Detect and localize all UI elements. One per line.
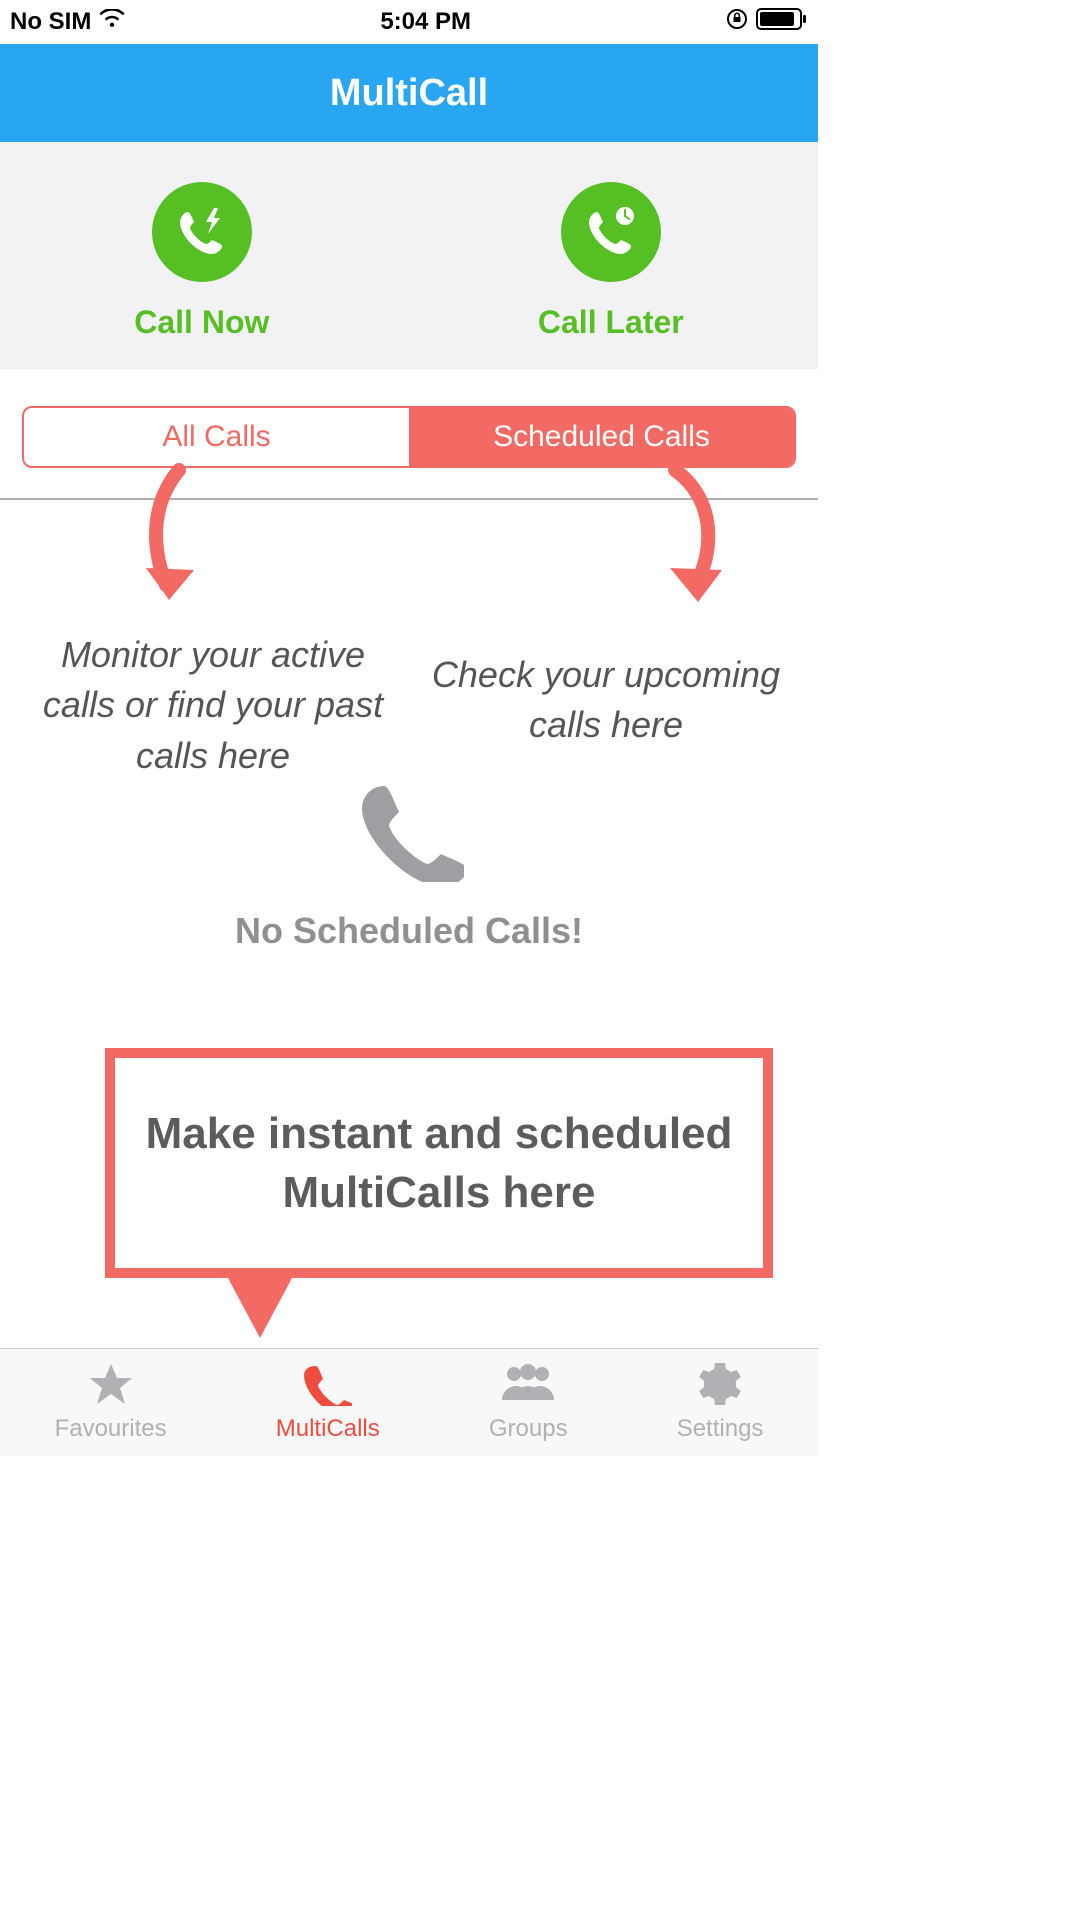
status-time: 5:04 PM xyxy=(380,8,471,36)
call-later-button[interactable]: Call Later xyxy=(538,182,684,341)
tab-groups-label: Groups xyxy=(489,1415,568,1443)
orientation-lock-icon xyxy=(726,8,748,37)
phone-icon xyxy=(304,1362,352,1411)
tab-scheduled-calls[interactable]: Scheduled Calls xyxy=(409,408,794,466)
battery-icon xyxy=(756,7,808,38)
arrow-left-icon xyxy=(124,460,214,640)
call-later-label: Call Later xyxy=(538,304,684,341)
status-left: No SIM xyxy=(10,8,125,36)
nav-header: MultiCall xyxy=(0,44,818,142)
tab-settings-label: Settings xyxy=(677,1415,764,1443)
phone-bolt-icon xyxy=(152,182,252,282)
tab-multicalls-label: MultiCalls xyxy=(276,1415,380,1443)
tab-groups[interactable]: Groups xyxy=(489,1362,568,1443)
hint-area: Monitor your active calls or find your p… xyxy=(0,500,818,980)
empty-state-label: No Scheduled Calls! xyxy=(235,910,583,952)
hint-all-calls: Monitor your active calls or find your p… xyxy=(28,630,398,781)
call-now-label: Call Now xyxy=(134,304,269,341)
callout-tail-icon xyxy=(228,1278,292,1338)
tab-favourites[interactable]: Favourites xyxy=(55,1362,167,1443)
tab-settings[interactable]: Settings xyxy=(677,1362,764,1443)
tab-multicalls[interactable]: MultiCalls xyxy=(276,1362,380,1443)
action-row: Call Now Call Later xyxy=(0,142,818,370)
status-bar: No SIM 5:04 PM xyxy=(0,0,818,44)
call-now-button[interactable]: Call Now xyxy=(134,182,269,341)
wifi-icon xyxy=(99,8,125,36)
status-right xyxy=(726,7,808,38)
page-title: MultiCall xyxy=(330,72,488,115)
tab-all-calls[interactable]: All Calls xyxy=(24,408,409,466)
tab-bar: Favourites MultiCalls Groups Settings xyxy=(0,1348,818,1456)
phone-clock-icon xyxy=(561,182,661,282)
phone-empty-icon xyxy=(354,772,464,887)
callout-text: Make instant and scheduled MultiCalls he… xyxy=(115,1104,763,1223)
callout-box: Make instant and scheduled MultiCalls he… xyxy=(105,1048,773,1278)
gear-icon xyxy=(696,1362,744,1411)
arrow-right-icon xyxy=(640,460,740,640)
tab-favourites-label: Favourites xyxy=(55,1415,167,1443)
segmented-control: All Calls Scheduled Calls xyxy=(22,406,796,468)
star-icon xyxy=(87,1362,135,1411)
hint-scheduled-calls: Check your upcoming calls here xyxy=(416,650,796,751)
carrier-label: No SIM xyxy=(10,8,91,36)
groups-icon xyxy=(498,1362,558,1411)
